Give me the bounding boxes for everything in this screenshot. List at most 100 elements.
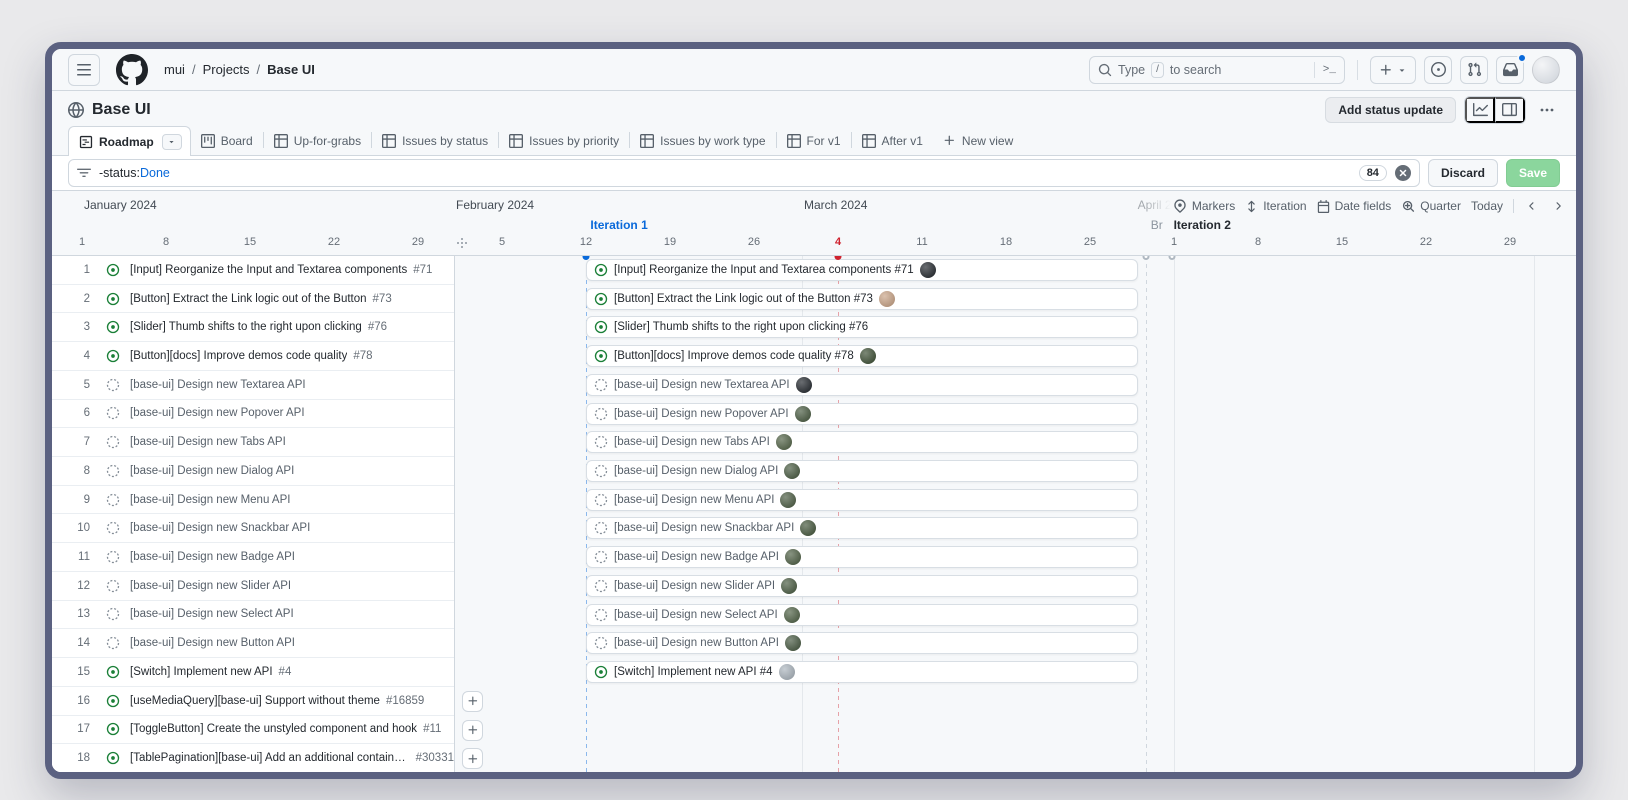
issues-button[interactable] xyxy=(1424,56,1452,84)
insights-button[interactable] xyxy=(1465,97,1495,123)
tab-up-for-grabs[interactable]: Up-for-grabs xyxy=(264,126,371,155)
table-row[interactable]: 4[Button][docs] Improve demos code quali… xyxy=(52,342,454,371)
draft-issue-icon xyxy=(594,550,608,564)
scroll-left-button[interactable] xyxy=(1524,196,1540,216)
add-status-update-button[interactable]: Add status update xyxy=(1325,97,1456,123)
save-button[interactable]: Save xyxy=(1506,159,1560,187)
assignee-avatar xyxy=(776,434,792,450)
search-input[interactable]: Type / to search >_ xyxy=(1089,56,1345,84)
filter-input[interactable]: -status:Done 84 xyxy=(68,159,1420,187)
draft-issue-icon xyxy=(106,550,120,564)
breadcrumb-project[interactable]: Base UI xyxy=(267,62,315,77)
roadmap-bar[interactable]: [Slider] Thumb shifts to the right upon … xyxy=(586,316,1138,338)
add-to-timeline-button[interactable] xyxy=(462,748,483,769)
open-issue-icon xyxy=(106,722,120,736)
date-tick: 15 xyxy=(1336,236,1348,248)
table-row[interactable]: 2[Button] Extract the Link logic out of … xyxy=(52,285,454,314)
date-fields-button[interactable]: Date fields xyxy=(1317,199,1392,213)
tab-for-v1[interactable]: For v1 xyxy=(777,126,851,155)
side-panel-button[interactable] xyxy=(1495,97,1525,123)
month-label: February 2024 xyxy=(456,198,534,212)
timeline-header: January 2024February 2024March 2024April… xyxy=(52,191,1576,256)
hamburger-menu-button[interactable] xyxy=(68,54,100,86)
month-boundary-line xyxy=(1534,256,1535,772)
open-issue-icon xyxy=(594,665,608,679)
project-menu-button[interactable] xyxy=(1534,97,1560,123)
table-row[interactable]: 1[Input] Reorganize the Input and Textar… xyxy=(52,256,454,285)
roadmap-bar[interactable]: [base-ui] Design new Textarea API xyxy=(586,374,1138,396)
roadmap-bar[interactable]: [base-ui] Design new Popover API xyxy=(586,403,1138,425)
iteration-button[interactable]: Iteration xyxy=(1245,199,1306,213)
table-row[interactable]: 7[base-ui] Design new Tabs API xyxy=(52,428,454,457)
tab-options-caret[interactable] xyxy=(162,134,182,150)
table-row[interactable]: 11[base-ui] Design new Badge API xyxy=(52,543,454,572)
roadmap-bar[interactable]: [Input] Reorganize the Input and Textare… xyxy=(586,259,1138,281)
create-new-button[interactable] xyxy=(1370,56,1416,84)
open-issue-icon xyxy=(594,320,608,334)
inbox-button[interactable] xyxy=(1496,56,1524,84)
roadmap-bar[interactable]: [base-ui] Design new Dialog API xyxy=(586,460,1138,482)
zoom-level-button[interactable]: Quarter xyxy=(1401,199,1461,213)
command-palette-icon[interactable]: >_ xyxy=(1323,64,1336,76)
roadmap-bar[interactable]: [base-ui] Design new Snackbar API xyxy=(586,517,1138,539)
roadmap-view: January 2024February 2024March 2024April… xyxy=(52,191,1576,772)
tab-issues-by-work-type[interactable]: Issues by work type xyxy=(630,126,775,155)
table-row[interactable]: 15[Switch] Implement new API#4 xyxy=(52,658,454,687)
tab-issues-by-status[interactable]: Issues by status xyxy=(372,126,498,155)
row-title: [base-ui] Design new Badge API xyxy=(130,551,295,563)
draft-issue-icon xyxy=(594,636,608,650)
open-issue-icon xyxy=(594,349,608,363)
table-row[interactable]: 8[base-ui] Design new Dialog API xyxy=(52,457,454,486)
open-issue-icon xyxy=(594,263,608,277)
column-resize-grabber[interactable] xyxy=(456,237,468,249)
discard-button[interactable]: Discard xyxy=(1428,159,1498,187)
row-number: 8 xyxy=(52,465,90,477)
breadcrumb-projects[interactable]: Projects xyxy=(203,62,250,77)
tab-board[interactable]: Board xyxy=(191,126,263,155)
table-row[interactable]: 13[base-ui] Design new Select API xyxy=(52,601,454,630)
page-title: Base UI xyxy=(68,101,151,119)
table-row[interactable]: 14[base-ui] Design new Button API xyxy=(52,629,454,658)
tab-label: For v1 xyxy=(807,134,841,148)
roadmap-bar[interactable]: [base-ui] Design new Button API xyxy=(586,632,1138,654)
project-header: Base UI Add status update xyxy=(52,91,1576,126)
draft-issue-icon xyxy=(106,464,120,478)
markers-button[interactable]: Markers xyxy=(1173,199,1235,213)
roadmap-bar[interactable]: [base-ui] Design new Slider API xyxy=(586,575,1138,597)
row-number: 16 xyxy=(52,695,90,707)
roadmap-bar[interactable]: [Switch] Implement new API #4 xyxy=(586,661,1138,683)
row-number: 2 xyxy=(52,293,90,305)
table-row[interactable]: 10[base-ui] Design new Snackbar API xyxy=(52,514,454,543)
pull-requests-button[interactable] xyxy=(1460,56,1488,84)
table-row[interactable]: 16[useMediaQuery][base-ui] Support witho… xyxy=(52,687,454,716)
breadcrumb-org[interactable]: mui xyxy=(164,62,185,77)
tab-after-v1[interactable]: After v1 xyxy=(852,126,933,155)
tab-roadmap[interactable]: Roadmap xyxy=(68,126,191,156)
roadmap-bar[interactable]: [base-ui] Design new Badge API xyxy=(586,546,1138,568)
scroll-right-button[interactable] xyxy=(1550,196,1566,216)
roadmap-bar[interactable]: [base-ui] Design new Select API xyxy=(586,604,1138,626)
table-row[interactable]: 3[Slider] Thumb shifts to the right upon… xyxy=(52,313,454,342)
bar-title: [base-ui] Design new Select API xyxy=(614,609,778,621)
table-row[interactable]: 5[base-ui] Design new Textarea API xyxy=(52,371,454,400)
clear-filter-button[interactable] xyxy=(1395,165,1411,181)
github-logo[interactable] xyxy=(116,54,148,86)
new-view-button[interactable]: New view xyxy=(933,126,1023,155)
roadmap-bar[interactable]: [Button][docs] Improve demos code qualit… xyxy=(586,345,1138,367)
roadmap-bar[interactable]: [base-ui] Design new Menu API xyxy=(586,489,1138,511)
today-button[interactable]: Today xyxy=(1471,199,1503,213)
add-to-timeline-button[interactable] xyxy=(462,720,483,741)
user-avatar[interactable] xyxy=(1532,56,1560,84)
table-row[interactable]: 12[base-ui] Design new Slider API xyxy=(52,572,454,601)
roadmap-bar[interactable]: [Button] Extract the Link logic out of t… xyxy=(586,288,1138,310)
date-tick: 29 xyxy=(412,236,424,248)
x-circle-icon xyxy=(1395,165,1411,181)
table-row[interactable]: 17[ToggleButton] Create the unstyled com… xyxy=(52,716,454,745)
table-row[interactable]: 6[base-ui] Design new Popover API xyxy=(52,400,454,429)
roadmap-bar[interactable]: [base-ui] Design new Tabs API xyxy=(586,431,1138,453)
open-issue-icon xyxy=(106,722,120,736)
table-row[interactable]: 9[base-ui] Design new Menu API xyxy=(52,486,454,515)
add-to-timeline-button[interactable] xyxy=(462,691,483,712)
tab-issues-by-priority[interactable]: Issues by priority xyxy=(499,126,629,155)
table-row[interactable]: 18[TablePagination][base-ui] Add an addi… xyxy=(52,744,454,772)
